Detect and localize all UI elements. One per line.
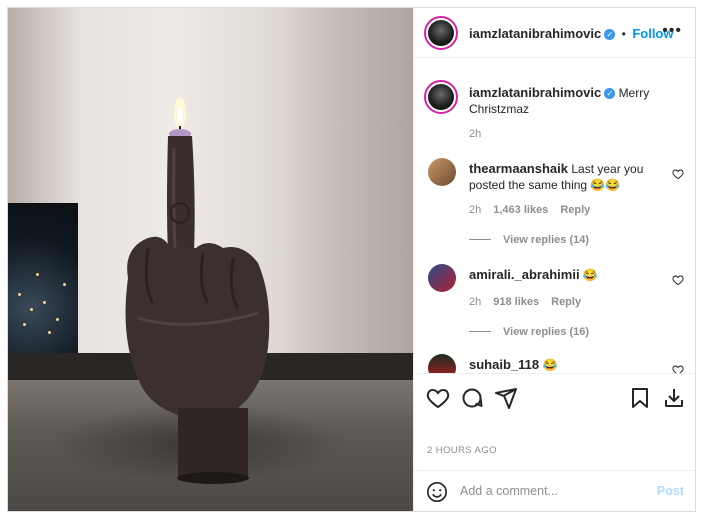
comment-reply-button[interactable]: Reply <box>560 204 590 216</box>
post-header: iamzlatanibrahimovic ✓ • Follow ••• <box>414 8 695 58</box>
comment-input[interactable]: Add a comment... <box>460 484 558 498</box>
post-comment-button[interactable]: Post <box>657 484 684 498</box>
post-time-ago: 2 HOURS AGO <box>427 445 497 456</box>
caption-username[interactable]: iamzlatanibrahimovic <box>469 85 601 100</box>
post-modal: iamzlatanibrahimovic ✓ • Follow ••• iamzl… <box>7 7 696 512</box>
comment-reply-button[interactable]: Reply <box>551 296 581 308</box>
comment-likes[interactable]: 918 likes <box>493 296 539 308</box>
commenter-avatar[interactable] <box>428 264 456 292</box>
comment-time: 2h <box>469 204 482 216</box>
comment-like-icon[interactable] <box>672 364 684 373</box>
comment-text: 😂 <box>542 358 558 372</box>
commenter-avatar[interactable] <box>428 354 456 373</box>
verified-badge-icon: ✓ <box>604 29 616 40</box>
comment-username[interactable]: amirali._abrahimii <box>469 267 580 282</box>
comments-list: iamzlatanibrahimovic ✓ Merry Christzmaz 2… <box>414 58 695 373</box>
comment-text: 😂 <box>582 268 598 282</box>
post-actions <box>414 373 695 423</box>
post-side-panel: iamzlatanibrahimovic ✓ • Follow ••• iamzl… <box>413 8 695 511</box>
caption-avatar[interactable] <box>424 80 458 114</box>
heart-icon[interactable] <box>426 386 450 410</box>
download-icon[interactable] <box>662 386 686 410</box>
view-replies-button[interactable]: View replies (16) <box>469 326 589 338</box>
caption-time: 2h <box>469 128 482 140</box>
comment-like-icon[interactable] <box>672 274 684 286</box>
add-comment-bar: Add a comment... Post <box>414 470 695 511</box>
hand-candle-image <box>125 97 270 484</box>
author-avatar[interactable] <box>424 16 458 50</box>
verified-badge-icon: ✓ <box>604 88 616 99</box>
view-replies-button[interactable]: View replies (14) <box>469 234 589 246</box>
author-username[interactable]: iamzlatanibrahimovic <box>469 26 601 41</box>
commenter-avatar[interactable] <box>428 158 456 186</box>
comment-like-icon[interactable] <box>672 168 684 180</box>
comment-likes[interactable]: 1,463 likes <box>493 204 548 216</box>
photo-window <box>8 203 78 353</box>
comment-username[interactable]: suhaib_118 <box>469 357 539 372</box>
comment-icon[interactable] <box>460 386 484 410</box>
share-icon[interactable] <box>494 386 518 410</box>
post-photo[interactable] <box>8 8 413 511</box>
comment-username[interactable]: thearmaanshaik <box>469 161 568 176</box>
more-options-icon[interactable]: ••• <box>662 22 682 40</box>
emoji-icon[interactable] <box>426 481 448 503</box>
comment-time: 2h <box>469 296 482 308</box>
bookmark-icon[interactable] <box>628 386 652 410</box>
